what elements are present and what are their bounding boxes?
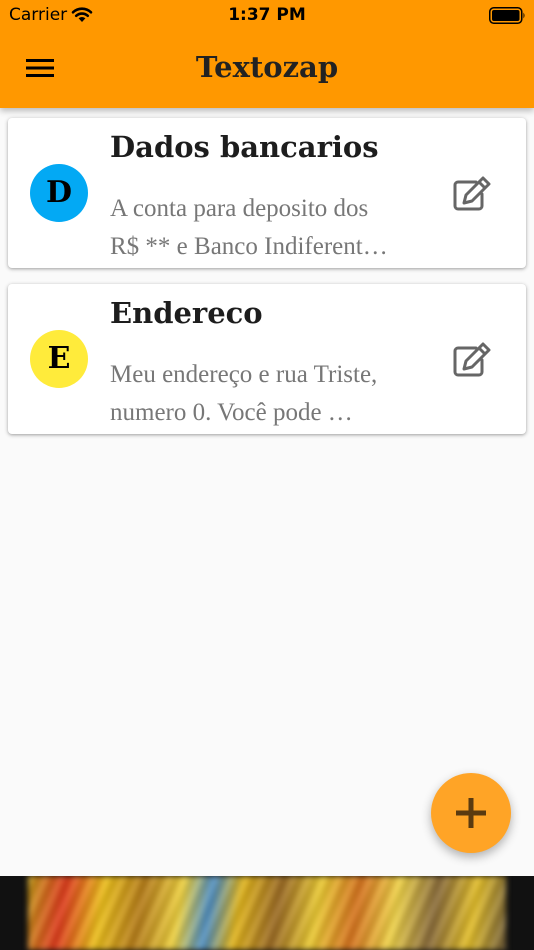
note-title: Endereco [110,296,263,330]
note-preview-line: numero 0. Você pode … [110,399,353,426]
clock: 1:37 PM [228,5,306,25]
note-card-dados-bancarios[interactable]: D Dados bancarios A conta para deposito … [8,118,526,268]
note-card-endereco[interactable]: E Endereco Meu endereço e rua Triste, nu… [8,284,526,434]
note-preview-line: Meu endereço e rua Triste, [110,361,378,388]
note-title: Dados bancarios [110,130,379,164]
edit-icon[interactable] [452,176,492,212]
edit-icon[interactable] [452,342,492,378]
avatar: D [30,164,88,222]
note-preview: A conta para deposito dos R$ ** e Banco … [110,190,415,266]
battery-icon [489,7,525,24]
note-preview-line: R$ ** e Banco Indiferent… [110,233,388,260]
avatar: E [30,330,88,388]
status-bar: Carrier 1:37 PM [0,0,534,30]
note-preview-line: A conta para deposito dos [110,195,369,222]
ad-banner[interactable] [0,876,534,950]
app-bar: Carrier 1:37 PM Textozap [0,0,534,108]
note-preview: Meu endereço e rua Triste, numero 0. Voc… [110,356,415,432]
plus-icon [456,798,486,828]
page-title: Textozap [195,50,339,84]
add-note-button[interactable] [431,773,511,853]
ad-image [28,876,506,950]
